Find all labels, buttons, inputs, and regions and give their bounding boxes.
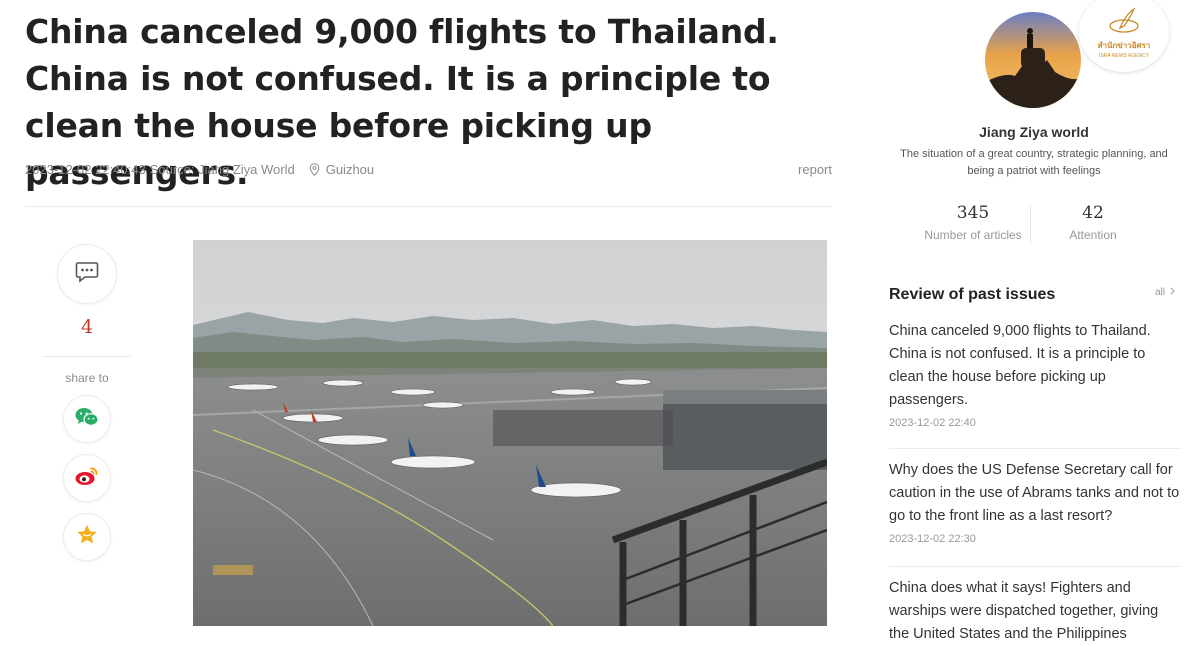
share-weibo-button[interactable] (63, 454, 111, 502)
attention-count: 42 (1082, 203, 1104, 223)
news-agency-badge: สำนักข่าวอิศรา ISRA NEWS AGENCY (1079, 0, 1169, 72)
past-issue-item[interactable]: China does what it says! Fighters and wa… (889, 577, 1181, 646)
past-issue-title[interactable]: China canceled 9,000 flights to Thailand… (889, 320, 1181, 412)
social-divider (43, 356, 131, 357)
weibo-icon (74, 465, 100, 492)
review-all-link[interactable]: all (1155, 287, 1175, 298)
quill-logo-icon (1104, 6, 1144, 41)
issue-divider (889, 566, 1181, 567)
badge-title: สำนักข่าวอิศรา (1097, 40, 1151, 50)
article-timestamp: 2023-12-02 22:40:43 (25, 161, 146, 177)
articles-count: 345 (956, 203, 990, 223)
favorite-button[interactable] (63, 513, 111, 561)
issue-divider (889, 448, 1181, 449)
badge-subtitle: ISRA NEWS AGENCY (1098, 52, 1149, 59)
header-divider (25, 206, 832, 207)
past-issue-item[interactable]: Why does the US Defense Secretary call f… (889, 459, 1181, 545)
past-issue-title[interactable]: Why does the US Defense Secretary call f… (889, 459, 1181, 528)
chevron-right-icon (1170, 287, 1175, 298)
comment-count: 4 (80, 316, 94, 338)
articles-stat: 345 Number of articles (913, 203, 1033, 242)
share-label: share to (65, 371, 109, 385)
comment-button[interactable] (57, 244, 117, 304)
article-location: Guizhou (325, 161, 375, 177)
past-issue-title[interactable]: China does what it says! Fighters and wa… (889, 577, 1181, 646)
location-pin-icon (309, 162, 320, 176)
past-issue-date: 2023-12-02 22:30 (889, 533, 976, 545)
share-wechat-button[interactable] (63, 395, 111, 443)
attention-stat: 42 Attention (1033, 203, 1153, 242)
wechat-icon (74, 406, 100, 433)
past-issue-date: 2023-12-02 22:40 (889, 417, 976, 429)
author-avatar[interactable] (985, 12, 1081, 108)
attention-label: Attention (1069, 228, 1117, 242)
author-name[interactable]: Jiang Ziya world (889, 124, 1179, 140)
article-meta: 2023-12-02 22:40:43 Source: Jiang Ziya W… (25, 160, 832, 178)
stat-divider (1030, 206, 1031, 244)
articles-label: Number of articles (924, 228, 1022, 242)
avatar-image (985, 12, 1081, 108)
review-heading: Review of past issues (889, 286, 1056, 303)
review-all-label: all (1155, 287, 1166, 298)
past-issue-item[interactable]: China canceled 9,000 flights to Thailand… (889, 320, 1181, 429)
comment-icon (75, 261, 99, 288)
social-column: 4 share to (43, 244, 131, 572)
article-source: Source: Jiang Ziya World (149, 161, 295, 177)
article-photo (193, 240, 827, 626)
favorite-star-icon (76, 524, 98, 550)
author-description: The situation of a great country, strate… (900, 148, 1168, 177)
airport-photo-illustration (193, 240, 827, 626)
report-link[interactable]: report (798, 162, 832, 177)
